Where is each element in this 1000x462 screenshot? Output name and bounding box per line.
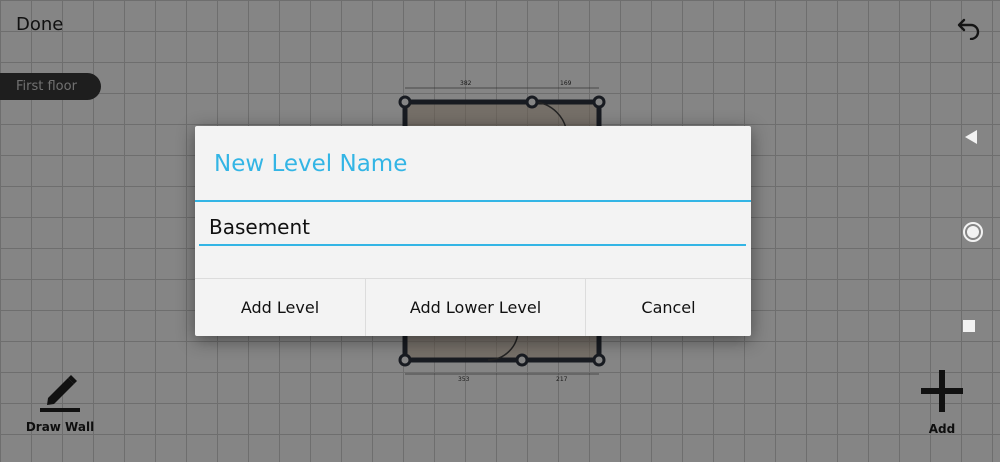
dialog-title: New Level Name — [214, 151, 408, 177]
add-level-button[interactable]: Add Level — [195, 279, 365, 336]
add-lower-level-button[interactable]: Add Lower Level — [366, 279, 585, 336]
home-circle-icon[interactable] — [962, 221, 984, 243]
level-name-input[interactable] — [199, 210, 746, 246]
back-triangle-icon[interactable] — [962, 128, 980, 146]
cancel-button[interactable]: Cancel — [586, 279, 751, 336]
title-divider — [195, 200, 751, 202]
recent-square-icon[interactable] — [962, 319, 976, 333]
new-level-dialog: New Level Name Add Level Add Lower Level… — [195, 126, 751, 336]
